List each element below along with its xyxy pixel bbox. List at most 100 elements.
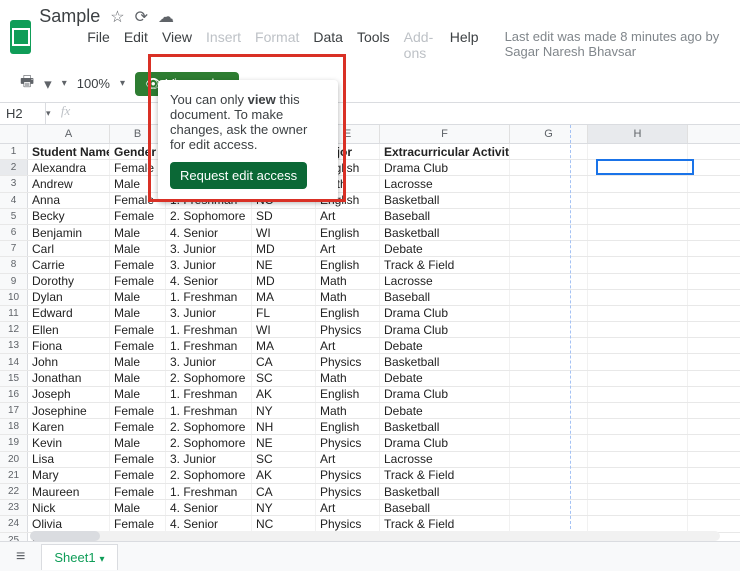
cell[interactable]: Mary [28, 468, 110, 483]
cell[interactable]: 1. Freshman [166, 403, 252, 418]
cell[interactable]: Debate [380, 403, 510, 418]
cell[interactable]: Debate [380, 241, 510, 256]
cell[interactable]: Baseball [380, 209, 510, 224]
cell[interactable]: AK [252, 468, 316, 483]
cell[interactable]: Female [110, 403, 166, 418]
col-header[interactable]: H [588, 125, 688, 143]
cell[interactable]: Physics [316, 322, 380, 337]
cell[interactable]: 1. Freshman [166, 484, 252, 499]
cell[interactable]: 2. Sophomore [166, 209, 252, 224]
cell[interactable]: Kevin [28, 435, 110, 450]
cell[interactable]: Male [110, 290, 166, 305]
print-icon[interactable]: 🖶 [20, 71, 34, 96]
cell[interactable]: 3. Junior [166, 354, 252, 369]
cell[interactable]: SD [252, 209, 316, 224]
cell[interactable]: MD [252, 241, 316, 256]
row-header[interactable]: 12 [0, 322, 28, 337]
row-header[interactable]: 22 [0, 484, 28, 499]
cell[interactable]: Female [110, 322, 166, 337]
cell[interactable]: Jonathan [28, 371, 110, 386]
cell[interactable]: Lacrosse [380, 176, 510, 191]
row-header[interactable]: 4 [0, 193, 28, 208]
row-header[interactable]: 14 [0, 354, 28, 369]
row-header[interactable]: 24 [0, 516, 28, 531]
cell[interactable]: 4. Senior [166, 516, 252, 531]
cell[interactable]: Basketball [380, 419, 510, 434]
row-header[interactable]: 20 [0, 452, 28, 467]
cell[interactable]: WI [252, 225, 316, 240]
cell[interactable]: Male [110, 371, 166, 386]
request-edit-access-button[interactable]: Request edit access [170, 162, 307, 189]
name-box[interactable]: H2 [0, 103, 46, 124]
cell[interactable]: Drama Club [380, 306, 510, 321]
cell[interactable]: Becky [28, 209, 110, 224]
menu-tools[interactable]: Tools [357, 29, 390, 61]
sheet-tab[interactable]: Sheet1▾ [41, 544, 117, 570]
cell[interactable]: Fiona [28, 338, 110, 353]
row-header[interactable]: 19 [0, 435, 28, 450]
cell[interactable]: 4. Senior [166, 274, 252, 289]
star-icon[interactable]: ☆ [110, 7, 124, 27]
cell[interactable]: Lacrosse [380, 452, 510, 467]
menu-data[interactable]: Data [313, 29, 343, 61]
cell[interactable]: Physics [316, 484, 380, 499]
zoom-level[interactable]: 100% [77, 76, 110, 91]
cell[interactable]: 3. Junior [166, 306, 252, 321]
cell[interactable]: NE [252, 435, 316, 450]
cell[interactable]: English [316, 419, 380, 434]
cell[interactable]: Math [316, 371, 380, 386]
cell[interactable]: 2. Sophomore [166, 468, 252, 483]
cell[interactable]: NY [252, 500, 316, 515]
cell[interactable]: CA [252, 484, 316, 499]
cell[interactable]: Baseball [380, 500, 510, 515]
filter-dropdown-icon[interactable]: ▾ [62, 78, 67, 89]
cell[interactable]: Extracurricular Activity [380, 144, 510, 159]
cell[interactable]: English [316, 257, 380, 272]
selected-cell[interactable] [596, 159, 694, 175]
cell[interactable]: Physics [316, 435, 380, 450]
cell[interactable]: Lacrosse [380, 274, 510, 289]
cell[interactable]: 2. Sophomore [166, 371, 252, 386]
cell[interactable]: Male [110, 306, 166, 321]
menu-file[interactable]: File [87, 29, 110, 61]
cell[interactable]: Male [110, 500, 166, 515]
cell[interactable]: 4. Senior [166, 500, 252, 515]
cell[interactable]: AK [252, 387, 316, 402]
row-header[interactable]: 21 [0, 468, 28, 483]
cell[interactable]: Male [110, 435, 166, 450]
row-header[interactable]: 23 [0, 500, 28, 515]
sheet-tab-dropdown-icon[interactable]: ▾ [100, 554, 105, 565]
cell[interactable]: MA [252, 290, 316, 305]
cell[interactable]: Physics [316, 516, 380, 531]
cell[interactable]: WI [252, 322, 316, 337]
cell[interactable]: Female [110, 257, 166, 272]
cell[interactable]: 1. Freshman [166, 338, 252, 353]
cell[interactable]: 3. Junior [166, 257, 252, 272]
cell[interactable]: Male [110, 354, 166, 369]
cell[interactable]: Female [110, 516, 166, 531]
cell[interactable]: Drama Club [380, 435, 510, 450]
cell[interactable]: Art [316, 209, 380, 224]
horizontal-scrollbar[interactable] [30, 531, 720, 541]
cell[interactable]: Karen [28, 419, 110, 434]
cell[interactable]: Maureen [28, 484, 110, 499]
cell[interactable]: Female [110, 274, 166, 289]
cell[interactable]: Math [316, 274, 380, 289]
cell[interactable]: Physics [316, 468, 380, 483]
cell[interactable]: Nick [28, 500, 110, 515]
cell[interactable]: Art [316, 338, 380, 353]
menu-edit[interactable]: Edit [124, 29, 148, 61]
cell[interactable]: Lisa [28, 452, 110, 467]
col-header[interactable]: F [380, 125, 510, 143]
cell[interactable]: Female [110, 338, 166, 353]
cell[interactable]: NE [252, 257, 316, 272]
spreadsheet-grid[interactable]: A B C D E F G H 1Student NameGenderClass… [0, 125, 740, 549]
cell[interactable]: MD [252, 274, 316, 289]
cell[interactable]: FL [252, 306, 316, 321]
move-icon[interactable]: ⟳ [135, 7, 148, 27]
cloud-icon[interactable]: ☁ [158, 7, 174, 27]
cell[interactable]: Male [110, 387, 166, 402]
row-header[interactable]: 8 [0, 257, 28, 272]
cell[interactable]: NC [252, 516, 316, 531]
cell[interactable]: Olivia [28, 516, 110, 531]
